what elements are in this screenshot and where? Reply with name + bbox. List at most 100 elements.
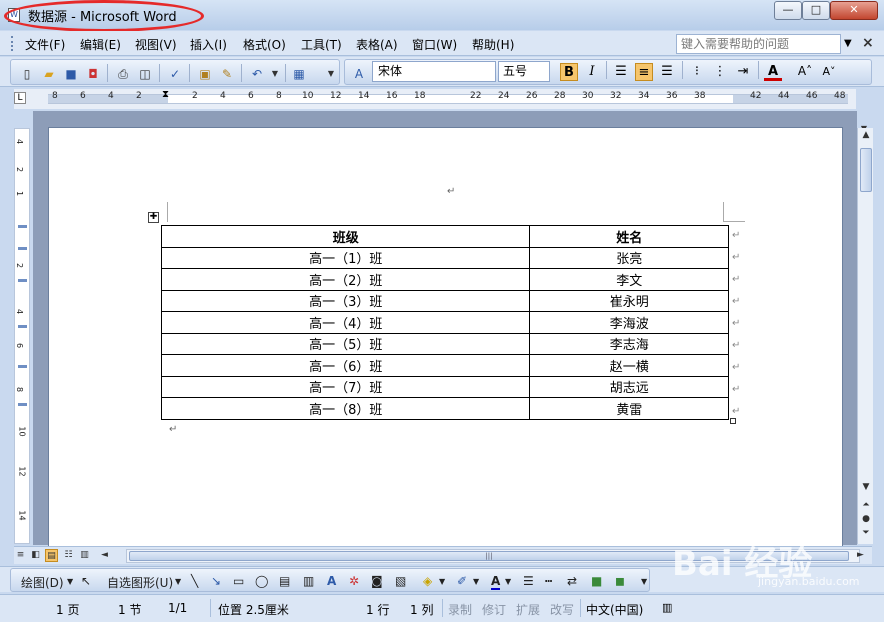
menu-edit[interactable]: 编辑(E) bbox=[80, 36, 121, 53]
spelling-icon[interactable]: ✓ bbox=[167, 66, 183, 82]
table-move-handle-icon[interactable]: ✚ bbox=[148, 212, 159, 223]
status-overtype[interactable]: 改写 bbox=[550, 601, 574, 618]
align-right-icon[interactable]: ☰ bbox=[658, 63, 676, 81]
paste-icon[interactable]: ▣ bbox=[197, 66, 213, 82]
status-track-changes[interactable]: 修订 bbox=[482, 601, 506, 618]
bullets-icon[interactable]: ⋮ bbox=[711, 63, 729, 81]
fill-dropdown-icon[interactable]: ▼ bbox=[439, 577, 445, 586]
print-preview-icon[interactable]: ◫ bbox=[137, 66, 153, 82]
scroll-up-icon[interactable]: ▲ bbox=[858, 130, 874, 140]
doc-close-button[interactable]: × bbox=[862, 35, 874, 51]
line-color-icon[interactable]: ✐ bbox=[457, 574, 467, 588]
shrink-font-button[interactable]: A˅ bbox=[820, 63, 838, 81]
font-color-button[interactable]: A bbox=[764, 63, 782, 81]
draw-dropdown-icon[interactable]: ▼ bbox=[67, 577, 73, 586]
shadow-icon[interactable]: ■ bbox=[591, 574, 602, 588]
cell-name[interactable]: 张亮 bbox=[529, 246, 729, 269]
draw-toolbar-options-icon[interactable]: ▼ bbox=[641, 577, 647, 586]
align-center-icon[interactable]: ≡ bbox=[635, 63, 653, 81]
menu-window[interactable]: 窗口(W) bbox=[412, 36, 457, 53]
help-search-input[interactable]: 键入需要帮助的问题 bbox=[676, 34, 841, 54]
undo-icon[interactable]: ↶ bbox=[249, 66, 265, 82]
scroll-right-icon[interactable]: ► bbox=[854, 549, 867, 562]
next-page-icon[interactable]: ⏷ bbox=[858, 528, 874, 538]
draw-menu-button[interactable]: 绘图(D) bbox=[21, 574, 64, 591]
format-painter-icon[interactable]: ✎ bbox=[219, 66, 235, 82]
cell-name[interactable]: 李志海 bbox=[529, 332, 729, 355]
fill-color-icon[interactable]: ◈ bbox=[423, 574, 432, 588]
minimize-button[interactable]: — bbox=[774, 1, 802, 20]
picture-icon[interactable]: ▧ bbox=[395, 574, 406, 588]
menu-view[interactable]: 视图(V) bbox=[135, 36, 177, 53]
menu-table[interactable]: 表格(A) bbox=[356, 36, 398, 53]
vertical-textbox-icon[interactable]: ▥ bbox=[303, 574, 314, 588]
menu-tools[interactable]: 工具(T) bbox=[301, 36, 342, 53]
cell-class[interactable]: 高一（4）班 bbox=[160, 311, 531, 334]
print-icon[interactable]: ⎙ bbox=[115, 66, 131, 82]
spelling-status-icon[interactable]: ▥ bbox=[662, 601, 672, 614]
help-dropdown-icon[interactable]: ▼ bbox=[844, 38, 852, 49]
styles-icon[interactable]: A bbox=[351, 66, 367, 82]
oval-icon[interactable]: ◯ bbox=[255, 574, 268, 588]
menu-help[interactable]: 帮助(H) bbox=[472, 36, 514, 53]
cell-name[interactable]: 崔永明 bbox=[529, 289, 729, 312]
header-class[interactable]: 班级 bbox=[160, 225, 531, 248]
menu-file[interactable]: 文件(F) bbox=[25, 36, 65, 53]
status-record[interactable]: 录制 bbox=[448, 601, 472, 618]
print-view-icon[interactable]: ▤ bbox=[45, 549, 58, 562]
prev-page-icon[interactable]: ⏶ bbox=[858, 500, 874, 510]
indent-marker-icon[interactable]: ⧗ bbox=[162, 89, 169, 100]
toolbar-grip-icon[interactable] bbox=[11, 36, 14, 51]
draw-font-color-dropdown-icon[interactable]: ▼ bbox=[505, 577, 511, 586]
browse-object-icon[interactable]: ● bbox=[858, 514, 874, 524]
draw-font-color-icon[interactable]: A bbox=[491, 574, 501, 590]
insert-table-icon[interactable]: ▦ bbox=[291, 66, 307, 82]
indent-icon[interactable]: ⇥ bbox=[734, 63, 752, 81]
menu-format[interactable]: 格式(O) bbox=[243, 36, 286, 53]
textbox-icon[interactable]: ▤ bbox=[279, 574, 290, 588]
scroll-left-icon[interactable]: ◄ bbox=[98, 549, 111, 562]
wordart-icon[interactable]: A bbox=[327, 574, 336, 588]
cell-class[interactable]: 高一（7）班 bbox=[160, 375, 531, 398]
autoshapes-dropdown-icon[interactable]: ▼ bbox=[175, 577, 181, 586]
tab-stop-selector-icon[interactable]: L bbox=[14, 92, 26, 104]
line-icon[interactable]: ╲ bbox=[191, 574, 198, 588]
normal-view-icon[interactable]: ≡ bbox=[14, 549, 27, 562]
document-page[interactable]: ↵ ✚ 班级 姓名 高一（1）班 张亮 高一（2）班 李文 高一（3）班 崔永明 高一… bbox=[48, 127, 843, 557]
cell-class[interactable]: 高一（3）班 bbox=[160, 289, 531, 312]
cell-class[interactable]: 高一（2）班 bbox=[160, 268, 531, 291]
close-button[interactable]: ✕ bbox=[830, 1, 878, 20]
web-view-icon[interactable]: ◧ bbox=[29, 549, 42, 562]
vertical-scrollbar[interactable]: ▲ ▼ ⏶ ● ⏷ bbox=[857, 128, 873, 544]
diagram-icon[interactable]: ✲ bbox=[349, 574, 359, 588]
cell-class[interactable]: 高一（5）班 bbox=[160, 332, 531, 355]
cell-class[interactable]: 高一（1）班 bbox=[160, 246, 531, 269]
align-justify-icon[interactable]: ☰ bbox=[612, 63, 630, 81]
italic-button[interactable]: I bbox=[583, 63, 601, 81]
line-color-dropdown-icon[interactable]: ▼ bbox=[473, 577, 479, 586]
header-name[interactable]: 姓名 bbox=[529, 225, 729, 248]
new-icon[interactable]: ▯ bbox=[19, 66, 35, 82]
font-name-select[interactable]: 宋体 bbox=[372, 61, 496, 82]
rectangle-icon[interactable]: ▭ bbox=[233, 574, 244, 588]
cell-name[interactable]: 李海波 bbox=[529, 311, 729, 334]
undo-dropdown-icon[interactable]: ▼ bbox=[267, 66, 283, 82]
cell-name[interactable]: 黄雷 bbox=[529, 397, 729, 420]
arrow-icon[interactable]: ↘ bbox=[211, 574, 221, 588]
cell-name[interactable]: 赵一横 bbox=[529, 354, 729, 377]
dash-style-icon[interactable]: ┅ bbox=[545, 574, 552, 588]
cell-class[interactable]: 高一（8）班 bbox=[160, 397, 531, 420]
maximize-button[interactable]: □ bbox=[802, 1, 830, 20]
scroll-down-icon[interactable]: ▼ bbox=[858, 482, 874, 492]
reading-view-icon[interactable]: ▥ bbox=[78, 549, 91, 562]
arrow-style-icon[interactable]: ⇄ bbox=[567, 574, 577, 588]
3d-icon[interactable]: ◼ bbox=[615, 574, 625, 588]
grow-font-button[interactable]: A˄ bbox=[796, 63, 814, 81]
open-icon[interactable]: ▰ bbox=[41, 66, 57, 82]
scroll-thumb[interactable] bbox=[860, 148, 872, 192]
outline-view-icon[interactable]: ☷ bbox=[62, 549, 75, 562]
bold-button[interactable]: B bbox=[560, 63, 578, 81]
cell-name[interactable]: 李文 bbox=[529, 268, 729, 291]
vertical-ruler[interactable]: 4 2 1 2 4 6 8 10 12 14 bbox=[14, 128, 30, 544]
status-extend[interactable]: 扩展 bbox=[516, 601, 540, 618]
